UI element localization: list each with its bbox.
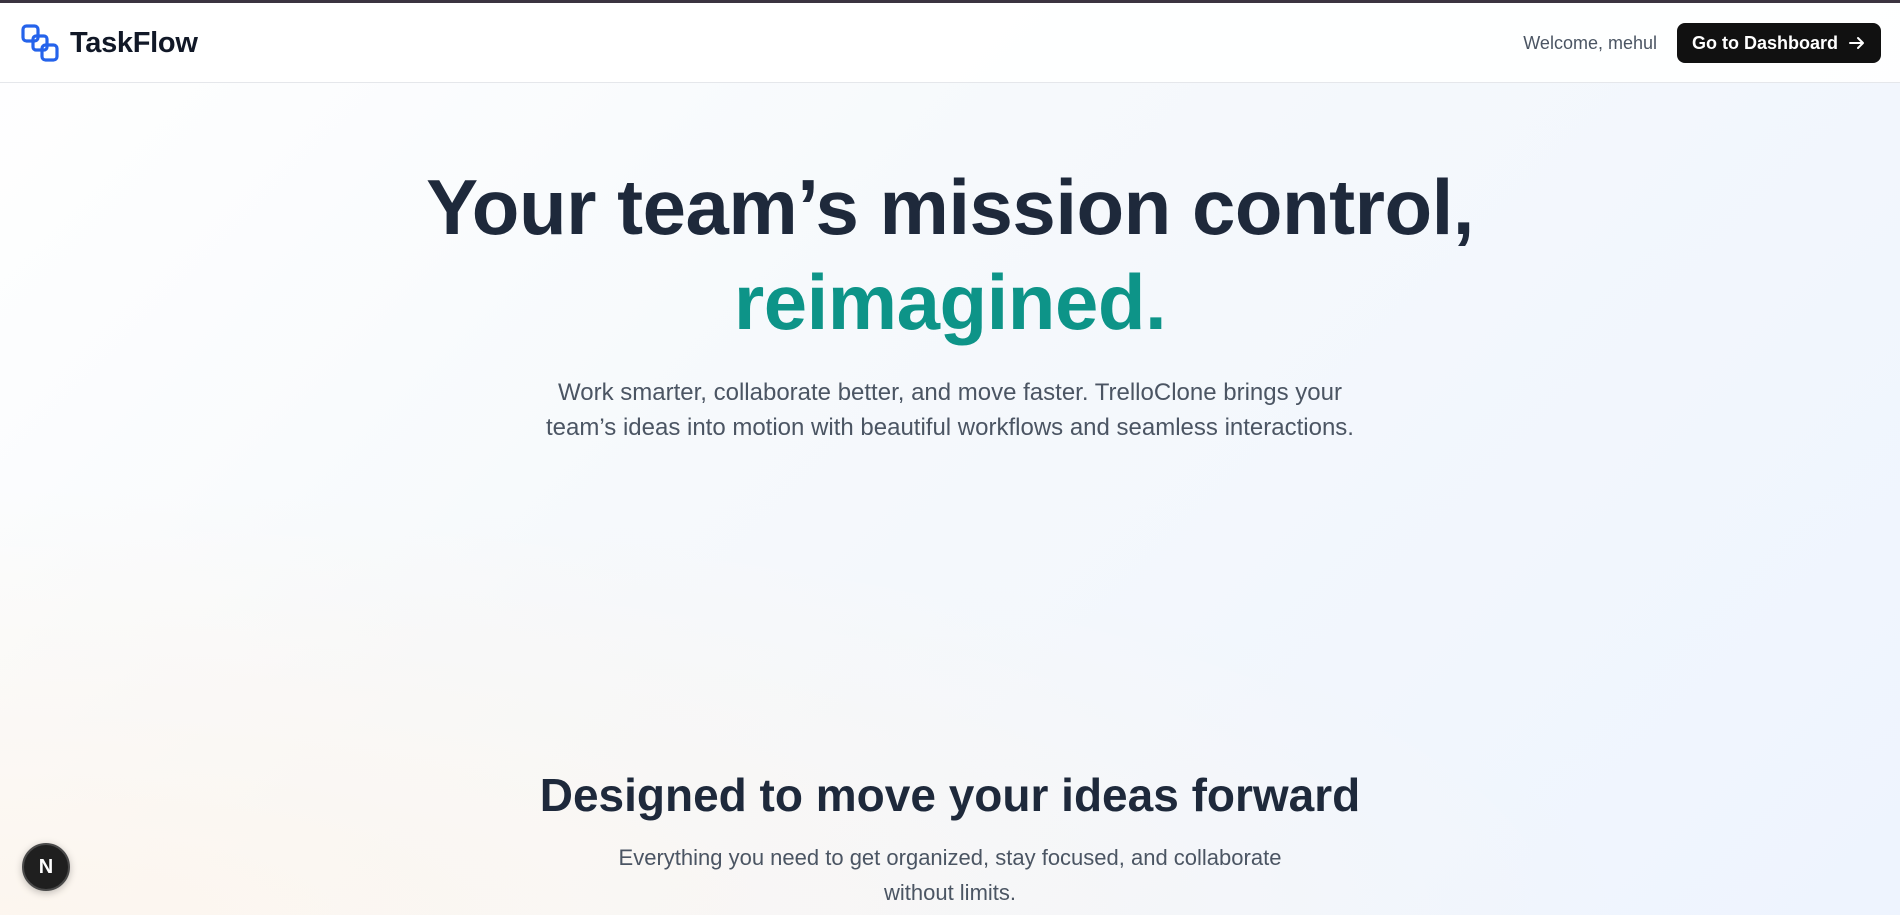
hero-title-accent: reimagined. [733, 258, 1167, 346]
nextjs-dev-badge[interactable]: N [22, 843, 70, 891]
site-header: TaskFlow Welcome, mehul Go to Dashboard [0, 3, 1900, 83]
features-title: Designed to move your ideas forward [539, 769, 1361, 821]
brand-logo[interactable]: TaskFlow [20, 23, 198, 63]
hero-title-line1: Your team’s mission control, [426, 163, 1474, 251]
features-subtitle: Everything you need to get organized, st… [618, 845, 1282, 905]
dashboard-button-label: Go to Dashboard [1691, 32, 1838, 53]
brand-name: TaskFlow [70, 26, 198, 59]
arrow-right-icon [1849, 37, 1864, 49]
linked-squares-icon [21, 24, 59, 62]
hero-subtitle: Work smarter, collaborate better, and mo… [546, 379, 1354, 441]
dev-badge-label: N [38, 855, 54, 878]
hero-title: Your team’s mission control, reimagined. [0, 160, 1900, 350]
welcome-text: Welcome, mehul [1523, 32, 1657, 53]
go-to-dashboard-button[interactable]: Go to Dashboard [1676, 23, 1881, 63]
